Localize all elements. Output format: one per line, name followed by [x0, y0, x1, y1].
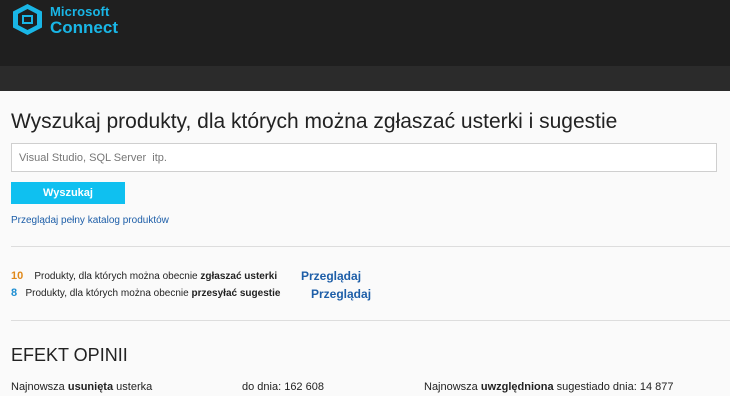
suggestions-product-count: 8: [11, 287, 18, 299]
browse-bugs-link[interactable]: Przeglądaj: [301, 269, 361, 283]
bugs-stat-text: Produkty, dla których można obecnie: [34, 271, 201, 282]
considered-suggestion-label: Najnowsza uwzględniona sugestiado dnia: …: [424, 381, 673, 393]
divider: [11, 246, 730, 247]
fixed-bug-emphasis: usunięta: [67, 381, 114, 393]
bugs-stat-emphasis: zgłaszać usterki: [200, 271, 278, 282]
navigation-bar: [0, 66, 730, 91]
considered-emphasis: uwzględniona: [480, 381, 554, 393]
considered-prefix: Najnowsza: [424, 381, 481, 393]
fixed-bug-suffix: usterka: [113, 381, 153, 393]
search-button[interactable]: Wyszukaj: [11, 182, 125, 204]
top-bar: Microsoft Connect: [0, 0, 730, 66]
bugs-product-count: 10: [11, 270, 24, 282]
suggestions-stat-text: Produkty, dla których można obecnie: [25, 288, 192, 299]
fixed-bug-count: do dnia: 162 608: [242, 381, 324, 393]
fixed-bug-prefix: Najnowsza: [11, 381, 68, 393]
product-search-input[interactable]: [11, 143, 717, 172]
connect-logo-icon: [13, 4, 42, 35]
suggestions-stat-row: 8 Produkty, dla których można obecnie pr…: [11, 287, 280, 299]
browse-suggestions-link[interactable]: Przeglądaj: [311, 287, 371, 301]
brand-line1: Microsoft: [50, 4, 110, 19]
fixed-bug-label: Najnowsza usunięta usterka: [11, 381, 152, 393]
suggestions-stat-emphasis: przesyłać sugestie: [191, 288, 281, 299]
divider: [11, 320, 730, 321]
bugs-stat-row: 10 Produkty, dla których można obecnie z…: [11, 270, 277, 282]
considered-suffix: sugestiado dnia: 14 877: [553, 381, 674, 393]
brand-name: Microsoft Connect: [50, 5, 118, 36]
feedback-section-title: EFEKT OPINII: [11, 345, 128, 365]
search-heading: Wyszukaj produkty, dla których można zgł…: [11, 110, 618, 133]
browse-catalog-link[interactable]: Przeglądaj pełny katalog produktów: [11, 215, 169, 226]
brand-line2: Connect: [50, 18, 118, 37]
